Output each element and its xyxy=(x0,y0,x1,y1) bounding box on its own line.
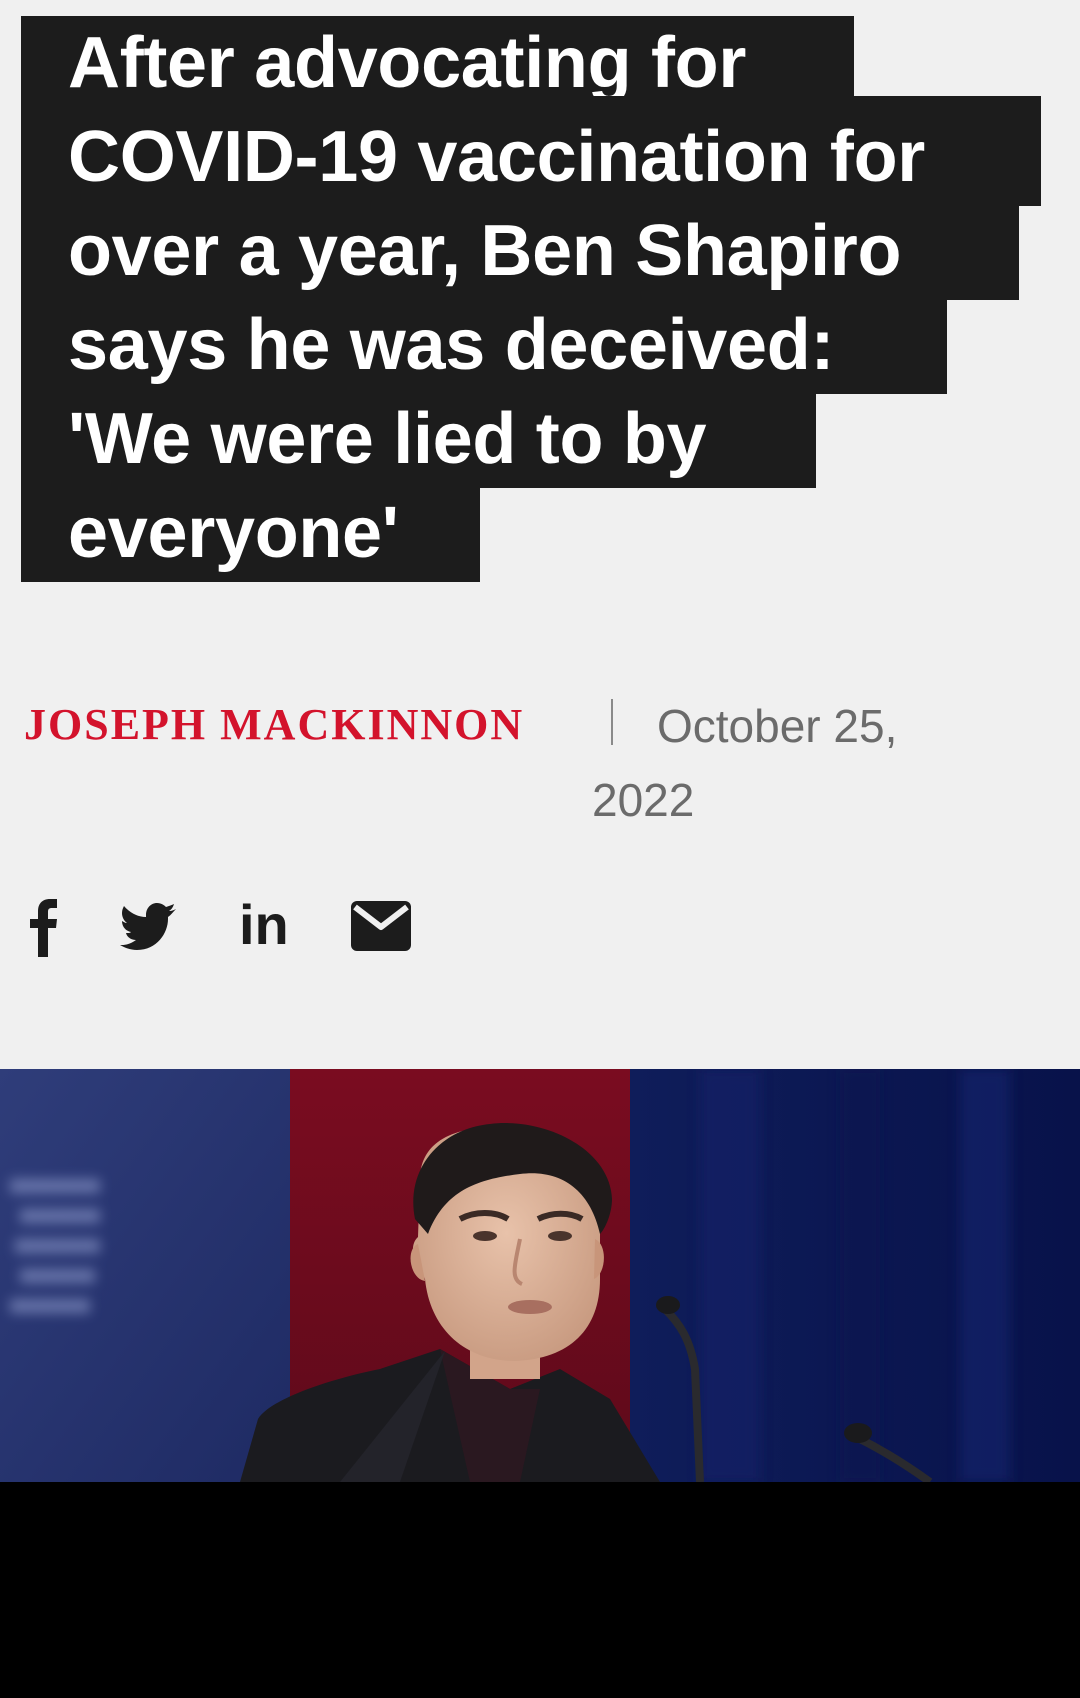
headline-text: After advocating for xyxy=(68,23,747,103)
facebook-icon[interactable] xyxy=(24,893,64,957)
headline-line: 'We were lied to by xyxy=(21,392,1041,488)
email-icon[interactable] xyxy=(350,893,412,957)
linkedin-icon-text: in xyxy=(239,893,289,956)
headline-text: over a year, Ben Shapiro xyxy=(68,211,902,291)
headline-text: COVID-19 vaccination for xyxy=(68,117,926,197)
byline-separator xyxy=(611,699,613,745)
linkedin-icon[interactable]: in xyxy=(239,893,309,957)
letterbox-bar xyxy=(0,1482,1080,1698)
headline-text: 'We were lied to by xyxy=(68,399,707,479)
byline: JOSEPH MACKINNON October 25, 2022 xyxy=(24,695,1064,835)
headline-line: COVID-19 vaccination for xyxy=(21,96,1041,206)
twitter-icon[interactable] xyxy=(120,893,178,957)
headline: After advocating for COVID-19 vaccinatio… xyxy=(21,16,1041,582)
hero-image xyxy=(0,1069,1080,1482)
headline-line: over a year, Ben Shapiro xyxy=(21,204,1041,300)
hero-photo xyxy=(0,1069,1080,1482)
headline-text: everyone' xyxy=(68,493,399,573)
author-link[interactable]: JOSEPH MACKINNON xyxy=(24,699,524,750)
headline-line: everyone' xyxy=(21,486,1041,582)
headline-line: says he was deceived: xyxy=(21,298,1041,394)
headline-text: says he was deceived: xyxy=(68,305,835,385)
publish-date: October 25, xyxy=(657,700,898,752)
publish-date-year: 2022 xyxy=(592,774,695,826)
